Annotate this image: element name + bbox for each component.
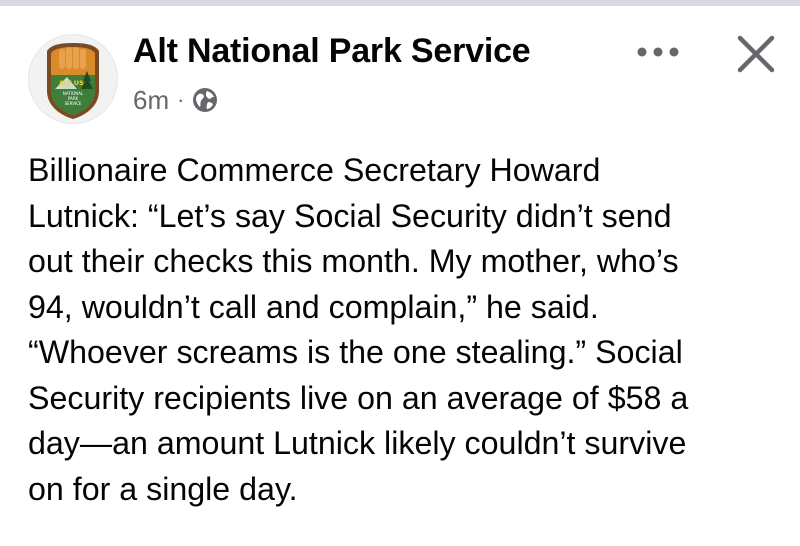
meta-separator: · [177, 87, 185, 112]
post-text-line: out their checks this month. My mother, … [28, 243, 679, 279]
post-text-line: Lutnick: “Let’s say Social Security didn… [28, 197, 672, 234]
more-dots-icon [637, 47, 679, 57]
post-text-line: 94, wouldn’t call and complain,” he said… [28, 288, 599, 325]
close-button[interactable] [728, 26, 784, 82]
post-body-text: Billionaire Commerce Secretary Howard Lu… [28, 148, 788, 512]
svg-text:SERVICE: SERVICE [65, 101, 82, 106]
post-text-line: day—an amount Lutnick likely couldn’t su… [28, 425, 687, 461]
close-icon [737, 35, 775, 73]
more-options-button[interactable] [630, 32, 686, 72]
svg-text:ALT US: ALT US [59, 79, 84, 87]
post-timestamp[interactable]: 6m [133, 85, 169, 116]
page-avatar[interactable]: ALT US NATIONAL PARK SERVICE [28, 34, 118, 124]
post-meta: 6m · [133, 84, 218, 116]
post-text-line: Billionaire Commerce Secretary Howard [28, 152, 601, 188]
alt-national-park-service-logo-icon: ALT US NATIONAL PARK SERVICE [29, 35, 117, 123]
globe-icon[interactable] [192, 87, 218, 113]
post-text-line: “Whoever screams is the one stealing.” S… [28, 334, 683, 370]
page-name[interactable]: Alt National Park Service [133, 32, 531, 71]
facebook-post: ALT US NATIONAL PARK SERVICE Alt Nationa… [0, 6, 800, 546]
post-text-line: on for a single day. [28, 470, 298, 507]
post-text-line: Security recipients live on an average o… [28, 379, 689, 416]
